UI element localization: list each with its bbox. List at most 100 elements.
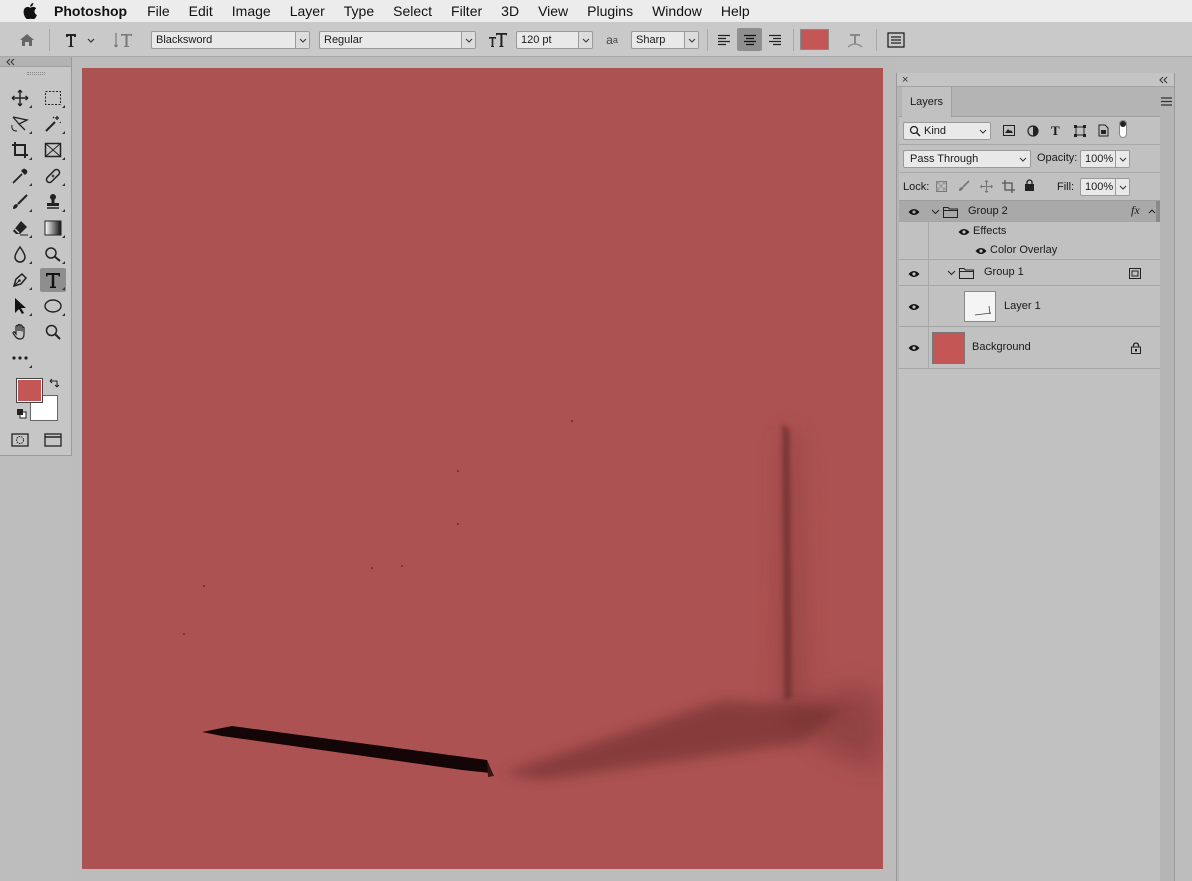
lock-row: Lock: Fill: 100% — [899, 173, 1160, 201]
color-overlay-row[interactable]: Color Overlay — [899, 241, 1160, 260]
menu-image[interactable]: Image — [232, 3, 271, 19]
effects-row[interactable]: Effects — [899, 222, 1160, 241]
brush-tool-icon[interactable] — [7, 190, 33, 214]
layer-name[interactable]: Background — [972, 341, 1031, 353]
lock-position-icon[interactable] — [980, 180, 993, 193]
character-panel-icon[interactable] — [884, 29, 908, 51]
stamp-tool-icon[interactable] — [40, 190, 66, 214]
swap-colors-icon[interactable] — [48, 377, 60, 389]
text-orientation-icon[interactable] — [112, 29, 136, 51]
visibility-eye-icon[interactable] — [907, 343, 921, 353]
visibility-eye-icon[interactable] — [974, 246, 988, 256]
document-canvas[interactable] — [82, 68, 883, 869]
menu-3d[interactable]: 3D — [501, 3, 519, 19]
collapse-icon[interactable] — [1159, 76, 1169, 84]
marquee-tool-icon[interactable] — [40, 86, 66, 110]
type-tool-icon[interactable] — [40, 268, 66, 292]
text-color-swatch[interactable] — [800, 29, 829, 50]
layer-row-background[interactable]: Background — [899, 327, 1160, 369]
visibility-eye-icon[interactable] — [957, 227, 971, 237]
apple-icon[interactable] — [20, 3, 40, 19]
layer-name[interactable]: Layer 1 — [1004, 300, 1041, 312]
lock-pixels-icon[interactable] — [958, 180, 970, 192]
layer-row-group-1[interactable]: Group 1 — [899, 260, 1160, 286]
font-family-select[interactable]: Blacksword — [151, 31, 310, 49]
chevron-down-icon[interactable] — [947, 270, 956, 276]
path-selection-icon[interactable] — [7, 294, 33, 318]
quick-mask-icon[interactable] — [7, 428, 33, 452]
smart-object-filter-icon[interactable] — [1098, 124, 1109, 137]
filter-toggle[interactable] — [1119, 120, 1127, 138]
hand-tool-icon[interactable] — [7, 320, 33, 344]
blend-mode-select[interactable]: Pass Through — [903, 150, 1031, 168]
panel-dock-header[interactable]: × — [897, 73, 1174, 87]
lock-all-icon[interactable] — [1024, 179, 1035, 191]
align-center-icon[interactable] — [737, 28, 762, 51]
warp-text-icon[interactable] — [843, 29, 867, 51]
app-name[interactable]: Photoshop — [54, 3, 127, 19]
fx-icon[interactable]: fx — [1131, 203, 1140, 218]
healing-brush-icon[interactable] — [40, 164, 66, 188]
more-tools-icon[interactable] — [7, 346, 33, 370]
frame-tool-icon[interactable] — [40, 138, 66, 162]
home-icon[interactable] — [16, 30, 38, 50]
menu-type[interactable]: Type — [344, 3, 374, 19]
menu-view[interactable]: View — [538, 3, 568, 19]
close-icon[interactable]: × — [902, 74, 908, 86]
toolbox-grip[interactable] — [27, 72, 45, 75]
menu-edit[interactable]: Edit — [189, 3, 213, 19]
color-overlay-label: Color Overlay — [990, 244, 1058, 256]
layer-row-group-2[interactable]: Group 2 fx — [899, 201, 1160, 222]
crop-tool-icon[interactable] — [7, 138, 33, 162]
menu-help[interactable]: Help — [721, 3, 750, 19]
screen-mode-icon[interactable] — [40, 428, 66, 452]
layer-kind-select[interactable]: Kind — [903, 122, 991, 140]
lock-transparent-icon[interactable] — [936, 181, 947, 192]
align-right-icon[interactable] — [764, 28, 786, 51]
align-left-icon[interactable] — [713, 28, 735, 51]
type-filter-icon[interactable]: T — [1051, 123, 1060, 139]
visibility-eye-icon[interactable] — [907, 269, 921, 279]
font-style-select[interactable]: Regular — [319, 31, 476, 49]
opacity-field[interactable]: 100% — [1080, 150, 1130, 168]
pixel-filter-icon[interactable] — [1003, 125, 1015, 136]
fill-field[interactable]: 100% — [1080, 178, 1130, 196]
menu-window[interactable]: Window — [652, 3, 702, 19]
dodge-tool-icon[interactable] — [40, 242, 66, 266]
visibility-eye-icon[interactable] — [907, 207, 921, 217]
lock-icon[interactable] — [1131, 342, 1141, 354]
eyedropper-icon[interactable] — [7, 164, 33, 188]
scrollbar-thumb[interactable] — [1156, 201, 1160, 222]
shape-filter-icon[interactable] — [1074, 125, 1086, 137]
visibility-eye-icon[interactable] — [907, 302, 921, 312]
zoom-tool-icon[interactable] — [40, 320, 66, 344]
panel-menu-icon[interactable] — [1161, 97, 1173, 106]
adjustment-filter-icon[interactable] — [1027, 125, 1039, 137]
lasso-tool-icon[interactable] — [7, 112, 33, 136]
tab-layers[interactable]: Layers — [902, 87, 952, 117]
menu-layer[interactable]: Layer — [290, 3, 325, 19]
lock-artboard-icon[interactable] — [1002, 180, 1015, 193]
menu-file[interactable]: File — [147, 3, 170, 19]
move-tool-icon[interactable] — [7, 86, 33, 110]
menu-select[interactable]: Select — [393, 3, 432, 19]
ellipse-tool-icon[interactable] — [40, 294, 66, 318]
menu-filter[interactable]: Filter — [451, 3, 482, 19]
menu-plugins[interactable]: Plugins — [587, 3, 633, 19]
magic-wand-icon[interactable] — [40, 112, 66, 136]
pen-tool-icon[interactable] — [7, 268, 33, 292]
chevron-down-icon[interactable] — [931, 209, 940, 215]
chevron-up-icon[interactable] — [1148, 209, 1156, 214]
foreground-color-swatch[interactable] — [16, 378, 43, 403]
gradient-tool-icon[interactable] — [40, 216, 66, 240]
blur-tool-icon[interactable] — [7, 242, 33, 266]
layer-name[interactable]: Group 2 — [968, 205, 1008, 217]
layer-name[interactable]: Group 1 — [984, 266, 1024, 278]
antialias-select[interactable]: Sharp — [631, 31, 699, 49]
eraser-tool-icon[interactable] — [7, 216, 33, 240]
layer-row-layer-1[interactable]: Layer 1 — [899, 286, 1160, 327]
type-tool-preset-button[interactable] — [60, 29, 96, 51]
toolbox-header[interactable] — [0, 57, 71, 67]
default-colors-icon[interactable] — [16, 408, 27, 419]
font-size-select[interactable]: 120 pt — [516, 31, 593, 49]
